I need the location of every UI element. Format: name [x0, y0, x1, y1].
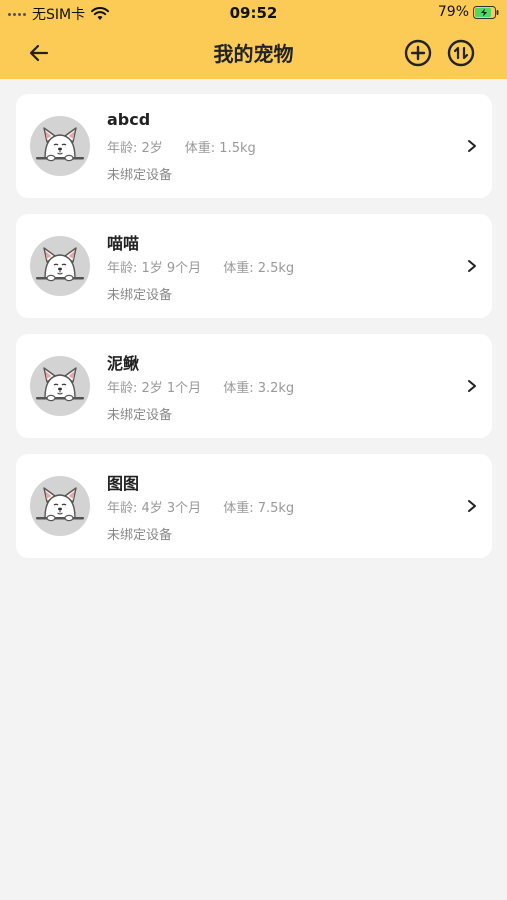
pet-weight: 体重: 1.5kg: [184, 141, 256, 156]
pet-device-status: 未绑定设备: [107, 408, 173, 423]
pet-device-status: 未绑定设备: [107, 528, 173, 543]
chevron-right-icon: [468, 260, 476, 272]
pet-name: 图图: [107, 474, 140, 493]
pet-age: 年龄: 2岁: [107, 141, 163, 156]
battery-icon: [473, 5, 499, 19]
pet-meta: 年龄: 2岁 体重: 1.5kg: [107, 137, 256, 156]
chevron-right-icon: [468, 140, 476, 152]
dog-avatar-icon: [36, 247, 84, 282]
dog-avatar-icon: [36, 487, 84, 522]
header: 无SIM卡 09:52 79% 我的宠物: [0, 0, 507, 79]
pet-avatar: [30, 356, 90, 416]
pet-list: abcd 年龄: 2岁 体重: 1.5kg 未绑定设备 喵喵 年龄: 1岁 9个…: [16, 94, 492, 574]
pet-name: abcd: [107, 110, 151, 129]
dog-avatar-icon: [36, 127, 84, 162]
pet-weight: 体重: 2.5kg: [223, 261, 295, 276]
pet-device-status: 未绑定设备: [107, 288, 173, 303]
pet-card[interactable]: 泥鳅 年龄: 2岁 1个月 体重: 3.2kg 未绑定设备: [16, 334, 492, 438]
pet-weight: 体重: 7.5kg: [223, 501, 295, 516]
chevron-right-icon: [468, 380, 476, 392]
pet-age: 年龄: 4岁 3个月: [107, 501, 202, 516]
status-right: 79%: [438, 4, 499, 20]
pet-avatar: [30, 116, 90, 176]
add-pet-button[interactable]: [403, 38, 433, 68]
swap-button[interactable]: [446, 38, 476, 68]
nav-bar: 我的宠物: [0, 28, 507, 76]
status-time: 09:52: [229, 4, 278, 22]
pet-avatar: [30, 476, 90, 536]
pet-age: 年龄: 2岁 1个月: [107, 381, 202, 396]
dog-avatar-icon: [36, 367, 84, 402]
chevron-right-icon: [468, 500, 476, 512]
pet-name: 泥鳅: [107, 354, 140, 373]
pet-meta: 年龄: 4岁 3个月 体重: 7.5kg: [107, 497, 294, 516]
pet-card[interactable]: 喵喵 年龄: 1岁 9个月 体重: 2.5kg 未绑定设备: [16, 214, 492, 318]
status-bar: 无SIM卡 09:52 79%: [0, 0, 507, 26]
battery-percent: 79%: [437, 4, 469, 20]
pet-device-status: 未绑定设备: [107, 168, 173, 183]
pet-card[interactable]: abcd 年龄: 2岁 体重: 1.5kg 未绑定设备: [16, 94, 492, 198]
pet-meta: 年龄: 1岁 9个月 体重: 2.5kg: [107, 257, 294, 276]
pet-avatar: [30, 236, 90, 296]
pet-card[interactable]: 图图 年龄: 4岁 3个月 体重: 7.5kg 未绑定设备: [16, 454, 492, 558]
pet-meta: 年龄: 2岁 1个月 体重: 3.2kg: [107, 377, 294, 396]
pet-age: 年龄: 1岁 9个月: [107, 261, 202, 276]
pet-name: 喵喵: [107, 234, 140, 253]
pet-weight: 体重: 3.2kg: [223, 381, 295, 396]
